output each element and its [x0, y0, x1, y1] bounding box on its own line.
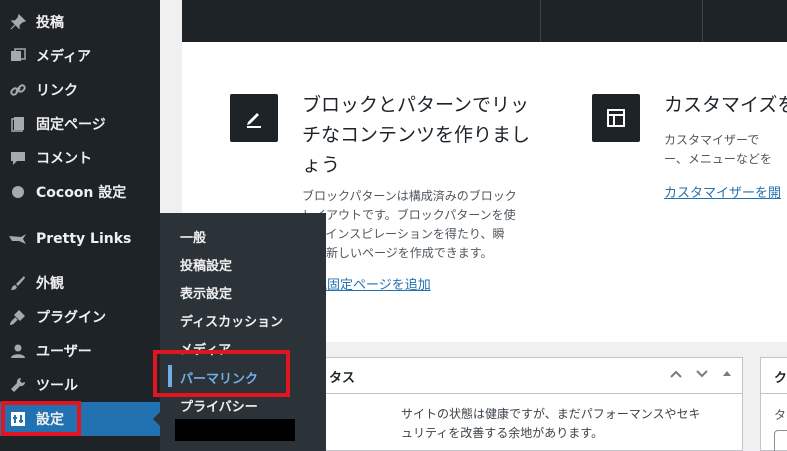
move-up-icon[interactable] — [669, 368, 683, 383]
media-icon — [9, 47, 27, 65]
link-icon — [9, 81, 27, 99]
add-page-link[interactable]: 規固定ページを追加 — [314, 274, 431, 293]
submenu-privacy[interactable]: プライバシー — [180, 396, 258, 415]
page-icon — [9, 115, 27, 133]
quick-draft-panel: ク タ — [760, 357, 787, 451]
panel-title: タス — [329, 371, 356, 386]
menu-appearance[interactable]: 外観 — [0, 266, 160, 300]
pin-icon — [9, 13, 27, 31]
menu-pages[interactable]: 固定ページ — [0, 107, 160, 141]
circle-icon — [9, 183, 27, 201]
menu-tools[interactable]: ツール — [0, 368, 160, 402]
welcome-banner-dark — [182, 0, 787, 42]
menu-links[interactable]: リンク — [0, 73, 160, 107]
redacted-item — [175, 419, 295, 441]
layout-icon — [592, 94, 640, 142]
move-down-icon[interactable] — [695, 368, 709, 383]
health-status-text: サイトの状態は健康ですが、まだパフォーマンスやセキ ュリティを改善する余地があり… — [401, 407, 701, 440]
admin-sidebar: 投稿 メディア リンク 固定ページ コメント Cocoon 設定 Pretty … — [0, 0, 160, 451]
edit-icon — [230, 94, 278, 142]
open-customizer-link[interactable]: カスタマイザーを開 — [664, 182, 781, 201]
site-health-panel: タス サイトの状態は健康ですが、まだパフォーマンスやセキ ュリティを改善する余地… — [300, 357, 743, 451]
wrench-icon — [9, 376, 27, 394]
customize-description: カスタマイザーで ー、メニューなどを — [664, 133, 772, 166]
permalink-highlight — [153, 350, 290, 397]
panel-header: タス — [301, 358, 742, 394]
settings-submenu: 一般 投稿設定 表示設定 ディスカッション メディア パーマリンク プライバシー — [160, 213, 326, 451]
menu-media[interactable]: メディア — [0, 39, 160, 73]
banner-divider — [540, 0, 541, 42]
panel-header: ク — [761, 358, 787, 394]
block-title: ブロックとパターンでリッ チなコンテンツを作りまし ょう — [302, 94, 531, 176]
submenu-arrow — [153, 412, 160, 426]
submenu-writing[interactable]: 投稿設定 — [180, 255, 232, 274]
user-icon — [9, 342, 27, 360]
star-icon — [9, 230, 27, 248]
menu-plugins[interactable]: プラグイン — [0, 300, 160, 334]
comment-icon — [9, 149, 27, 167]
menu-comments[interactable]: コメント — [0, 141, 160, 175]
plugin-icon — [9, 308, 27, 326]
submenu-reading[interactable]: 表示設定 — [180, 283, 232, 302]
menu-users[interactable]: ユーザー — [0, 334, 160, 368]
panel-title: ク — [774, 371, 787, 386]
block-description: ブロックパターンは構成済みのブロック レイアウトです。ブロックパターンを使 って… — [302, 189, 517, 260]
customize-title: カスタマイズを — [664, 94, 787, 116]
title-input[interactable] — [774, 430, 787, 451]
banner-divider — [702, 0, 703, 42]
menu-cocoon-settings[interactable]: Cocoon 設定 — [0, 175, 160, 209]
submenu-discussion[interactable]: ディスカッション — [180, 311, 283, 330]
settings-highlight — [1, 401, 81, 436]
submenu-general[interactable]: 一般 — [180, 227, 206, 246]
quick-draft-label: タ — [774, 408, 787, 422]
menu-posts[interactable]: 投稿 — [0, 5, 160, 39]
toggle-panel-icon[interactable] — [721, 368, 733, 383]
menu-pretty-links[interactable]: Pretty Links — [0, 222, 160, 256]
paintbrush-icon — [9, 274, 27, 292]
